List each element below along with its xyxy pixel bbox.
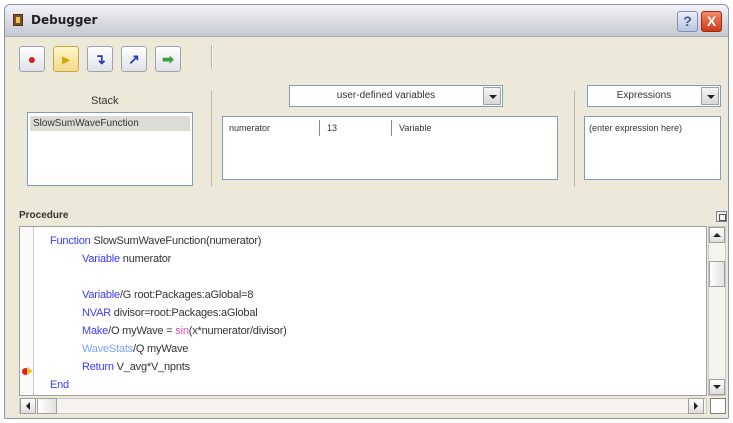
code-token: Variable (82, 253, 120, 265)
var-name: numerator (229, 123, 271, 133)
variables-scope-value: user-defined variables (336, 90, 436, 101)
code-line[interactable]: Function SlowSumWaveFunction(numerator) (50, 235, 261, 247)
stack-label: Stack (91, 95, 119, 107)
expressions-box[interactable]: (enter expression here) (584, 116, 721, 180)
horizontal-scrollbar[interactable] (19, 398, 707, 414)
column-divider (319, 120, 320, 136)
procedure-header: Procedure (19, 210, 728, 224)
code-line[interactable]: Variable/G root:Packages:aGlobal=8 (82, 289, 253, 301)
stack-list[interactable]: SlowSumWaveFunction (27, 112, 193, 186)
help-button[interactable]: ? (677, 11, 698, 32)
expression-placeholder[interactable]: (enter expression here) (589, 123, 682, 133)
procedure-title: Procedure (19, 210, 69, 221)
code-line[interactable]: End (50, 379, 69, 391)
step-out-button[interactable]: ↗ (121, 46, 147, 72)
code-token: /G root:Packages:aGlobal=8 (119, 289, 254, 301)
expressions-select-value: Expressions (616, 90, 672, 101)
step-out-icon: ↗ (128, 51, 140, 67)
scroll-left-icon[interactable] (20, 398, 36, 414)
chevron-down-icon[interactable] (483, 87, 501, 105)
vertical-scroll-thumb[interactable] (709, 261, 725, 287)
expressions-select[interactable]: Expressions (587, 85, 721, 107)
code-token: V_avg*V_npnts (113, 361, 190, 373)
go-button[interactable]: ➡ (155, 46, 181, 72)
step-button[interactable]: ▸ (53, 46, 79, 72)
procedure-code[interactable]: Function SlowSumWaveFunction(numerator) V… (19, 226, 707, 396)
title-bar[interactable]: Debugger ? X (5, 5, 728, 37)
close-button[interactable]: X (701, 11, 722, 32)
step-icon: ▸ (62, 51, 70, 67)
app-icon (13, 14, 23, 26)
code-token: WaveStats (82, 343, 133, 355)
stop-icon: ● (27, 51, 37, 67)
column-divider (391, 120, 392, 136)
toolbar-divider (211, 45, 213, 69)
scroll-down-icon[interactable] (709, 379, 725, 395)
variables-table[interactable]: numerator 13 Variable (222, 116, 558, 180)
horizontal-scroll-thumb[interactable] (37, 398, 57, 414)
code-line[interactable]: Make/O myWave = sin(x*numerator/divisor) (82, 325, 287, 337)
stop-button[interactable]: ● (19, 46, 45, 72)
variables-scope-select[interactable]: user-defined variables (289, 85, 503, 107)
code-token: divisor=root:Packages:aGlobal (110, 307, 258, 319)
code-token: sin (175, 325, 189, 337)
var-value: 13 (327, 123, 338, 133)
step-into-button[interactable]: ↴ (87, 46, 113, 72)
code-line[interactable]: WaveStats/Q myWave (82, 343, 188, 355)
step-into-icon: ↴ (94, 51, 106, 67)
expr-divider (574, 91, 576, 187)
code-line[interactable]: Variable numerator (82, 253, 171, 265)
window-title: Debugger (31, 13, 98, 27)
debugger-window: Debugger ? X ● ▸ ↴ ↗ ➡ Stack SlowSumWave… (4, 4, 729, 419)
go-icon: ➡ (162, 51, 174, 67)
pane-resize-box[interactable] (710, 398, 726, 414)
code-token: Make (82, 325, 109, 337)
code-token: NVAR (82, 307, 111, 319)
code-token: SlowSumWaveFunction(numerator) (90, 235, 262, 247)
vertical-scrollbar[interactable] (708, 226, 726, 396)
code-token: /O myWave = (108, 325, 176, 337)
current-line-arrow-icon (27, 367, 33, 375)
var-type: Variable (399, 123, 432, 133)
scroll-up-icon[interactable] (709, 227, 725, 243)
code-line[interactable]: Return V_avg*V_npnts (82, 361, 190, 373)
code-token: Variable (82, 289, 120, 301)
code-token: Function (50, 235, 91, 247)
vars-divider (211, 91, 213, 187)
code-token: Return (82, 361, 114, 373)
procedure-pane-button[interactable] (716, 211, 727, 222)
code-token: numerator (119, 253, 172, 265)
chevron-down-icon[interactable] (701, 87, 719, 105)
code-token: /Q myWave (132, 343, 189, 355)
code-line[interactable]: NVAR divisor=root:Packages:aGlobal (82, 307, 258, 319)
code-token: End (50, 379, 69, 391)
code-token: (x*numerator/divisor) (188, 325, 287, 337)
scroll-right-icon[interactable] (688, 398, 704, 414)
stack-item[interactable]: SlowSumWaveFunction (30, 116, 190, 131)
